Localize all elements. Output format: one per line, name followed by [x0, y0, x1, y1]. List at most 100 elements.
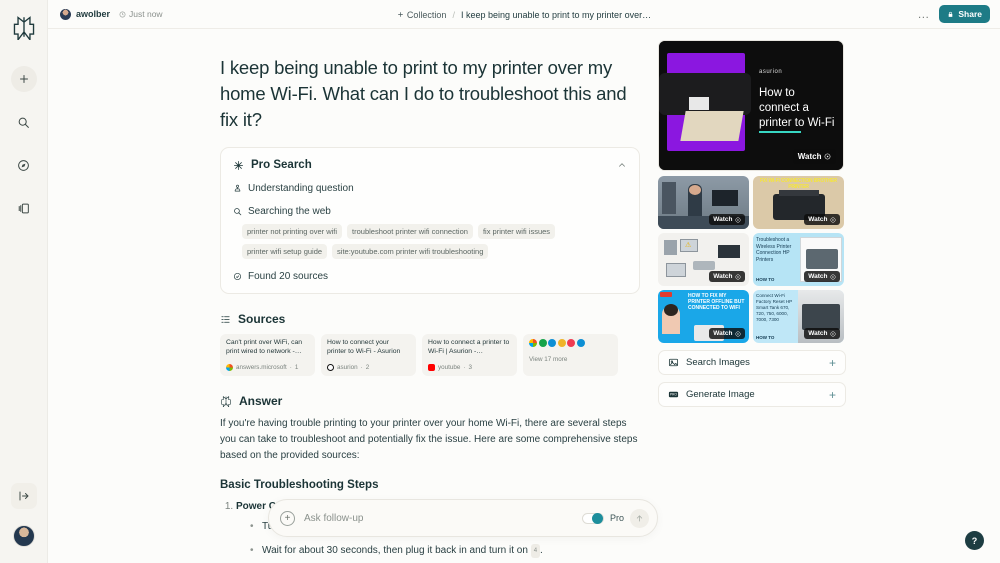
- thumb-caption: HOW TO FIX MY PRINTER OFFLINE BUT CONNEC…: [688, 293, 745, 311]
- lock-icon: [949, 11, 953, 17]
- help-button[interactable]: ?: [965, 531, 984, 550]
- add-icon[interactable]: +: [829, 388, 836, 402]
- favicon: [529, 339, 537, 347]
- view-more-label: View 17 more: [529, 356, 568, 363]
- play-circle-icon: [735, 331, 741, 336]
- query-chip[interactable]: fix printer wifi issues: [477, 224, 556, 239]
- thumb-caption: Troubleshoot a Wireless Printer Connecti…: [756, 237, 792, 263]
- pro-search-step-searching: Searching the web: [233, 206, 627, 217]
- video-thumb-printer-offline[interactable]: HOW TO FIX MY PRINTER OFFLINE BUT CONNEC…: [658, 290, 749, 343]
- favicon-youtube: [428, 364, 435, 371]
- source-card[interactable]: How to connect a printer to Wi-Fi | Asur…: [422, 334, 517, 376]
- source-index: 3: [468, 364, 473, 371]
- sources-section: Sources Can't print over WiFi, can print…: [220, 312, 640, 376]
- more-options-button[interactable]: …: [917, 8, 930, 20]
- search-images-button[interactable]: Search Images +: [658, 350, 846, 375]
- plus-circle-icon[interactable]: +: [280, 510, 295, 526]
- send-button[interactable]: [630, 508, 649, 528]
- source-meta: asurion · 2: [327, 364, 410, 371]
- sidebar-item-new-thread[interactable]: [10, 66, 37, 92]
- sidebar-item-search[interactable]: [11, 109, 37, 135]
- share-label: Share: [958, 9, 982, 19]
- pro-search-title: Pro Search: [251, 159, 312, 171]
- source-site: asurion: [337, 364, 358, 371]
- source-index: 1: [294, 364, 299, 371]
- source-card-view-more[interactable]: View 17 more: [523, 334, 618, 376]
- play-circle-icon: [830, 274, 836, 279]
- citation-badge[interactable]: 4: [530, 544, 541, 558]
- share-button[interactable]: Share: [939, 5, 990, 23]
- answer-intro: If you're having trouble printing to you…: [220, 418, 638, 461]
- video-thumb-hp-troubleshoot[interactable]: Troubleshoot a Wireless Printer Connecti…: [753, 233, 844, 286]
- watch-badge[interactable]: Watch: [709, 271, 745, 282]
- video-thumbnail-grid: Watch FIX WI-FI CONNECTION BROTHER PRINT…: [658, 176, 846, 343]
- answer-heading: Answer: [220, 394, 640, 408]
- perplexity-answer-icon: [221, 395, 231, 407]
- search-input[interactable]: [304, 512, 582, 524]
- add-icon[interactable]: +: [829, 356, 836, 370]
- watch-badge[interactable]: Watch: [792, 149, 836, 164]
- watch-badge[interactable]: Watch: [804, 328, 840, 339]
- sources-title: Sources: [238, 312, 286, 326]
- source-meta: answers.microsoft · 1: [226, 364, 309, 371]
- content-area: I keep being unable to print to my print…: [48, 29, 1000, 563]
- query-chip[interactable]: site:youtube.com printer wifi troublesho…: [332, 244, 489, 259]
- video-main-thumbnail[interactable]: asurion How to connect a printer to Wi-F…: [658, 40, 844, 171]
- perplexity-logo-icon[interactable]: [7, 10, 41, 44]
- favicon: [557, 339, 566, 347]
- pro-search-title-group: Pro Search: [233, 159, 312, 171]
- query-chip[interactable]: printer not printing over wifi: [242, 224, 343, 239]
- sources-list: Can't print over WiFi, can print wired t…: [220, 334, 640, 376]
- generate-image-button[interactable]: PRO Generate Image +: [658, 382, 846, 407]
- watch-badge[interactable]: Watch: [709, 328, 745, 339]
- perplexity-app: awolber Just now Collection / I keep bei…: [0, 0, 1000, 563]
- collection-button[interactable]: Collection: [397, 9, 447, 20]
- search-query-chips: printer not printing over wifi troublesh…: [242, 224, 602, 259]
- sidebar-item-discover[interactable]: [11, 152, 37, 178]
- video-thumb-technician[interactable]: Watch: [658, 176, 749, 229]
- expand-sidebar-icon[interactable]: [10, 483, 37, 509]
- answer-section: Answer If you're having trouble printing…: [220, 394, 640, 563]
- query-chip[interactable]: printer wifi setup guide: [242, 244, 328, 259]
- favicon-asurion: [327, 364, 334, 371]
- play-circle-icon: [824, 153, 831, 160]
- watch-badge[interactable]: Watch: [804, 271, 840, 282]
- thread-title: I keep being unable to print to my print…: [460, 9, 652, 20]
- video-thumb-smart-tank[interactable]: Connect Wi-Fi Factory Reset HP Smart Tan…: [753, 290, 844, 343]
- search-icon: [234, 208, 242, 216]
- pro-search-card: Pro Search Understanding question Search…: [220, 147, 640, 294]
- query-chip[interactable]: troubleshoot printer wifi connection: [347, 224, 473, 239]
- watch-badge[interactable]: Watch: [804, 214, 840, 225]
- source-card[interactable]: How to connect your printer to Wi-Fi - A…: [321, 334, 416, 376]
- page-title: I keep being unable to print to my print…: [220, 57, 627, 130]
- play-circle-icon: [735, 274, 741, 279]
- answer-column: I keep being unable to print to my print…: [220, 29, 640, 563]
- favicon: [567, 339, 575, 347]
- video-thumb-brother-printer[interactable]: FIX WI-FI CONNECTION BROTHER PRINTER Wat…: [753, 176, 844, 229]
- pro-search-step-label: Understanding question: [248, 183, 354, 194]
- understanding-icon: [234, 184, 241, 192]
- sidebar-item-library[interactable]: [11, 195, 37, 221]
- video-brand: asurion: [759, 69, 783, 75]
- pro-toggle[interactable]: [581, 512, 604, 524]
- source-card[interactable]: Can't print over WiFi, can print wired t…: [220, 334, 315, 376]
- collection-label: Collection: [406, 9, 447, 20]
- chevron-up-icon[interactable]: [617, 160, 627, 170]
- play-circle-icon: [830, 217, 836, 222]
- thumb-badge: HOW TO: [756, 277, 775, 282]
- clock-icon: [119, 11, 126, 17]
- play-circle-icon: [830, 331, 836, 336]
- source-site: answers.microsoft: [236, 364, 287, 371]
- user-avatar[interactable]: [12, 525, 35, 547]
- watch-badge[interactable]: Watch: [709, 214, 745, 225]
- pro-label: Pro: [609, 513, 624, 523]
- pro-search-found-sources: Found 20 sources: [233, 271, 627, 282]
- favicon-microsoft: [226, 364, 233, 371]
- video-thumb-network-diagram[interactable]: ⚠ Watch: [658, 233, 749, 286]
- answer-title: Answer: [239, 394, 283, 408]
- image-icon: [668, 358, 679, 367]
- check-circle-icon: [233, 272, 242, 281]
- thumb-badge: HOW TO: [756, 335, 775, 340]
- top-bar-actions: … Share: [917, 5, 990, 23]
- username: awolber: [76, 9, 111, 19]
